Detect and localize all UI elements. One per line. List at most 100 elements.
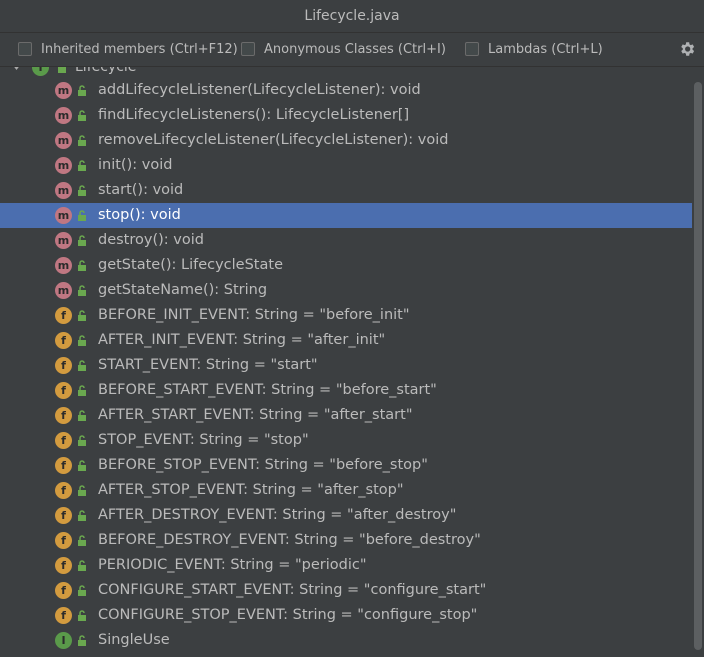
- lock-icon: [78, 435, 86, 446]
- field-icon: f: [55, 607, 72, 624]
- field-icon: f: [55, 482, 72, 499]
- member-label: START_EVENT: String = "start": [98, 357, 318, 373]
- method-item[interactable]: m destroy(): void: [0, 228, 692, 253]
- field-item[interactable]: f BEFORE_DESTROY_EVENT: String = "before_…: [0, 528, 692, 553]
- method-item[interactable]: m getState(): LifecycleState: [0, 253, 692, 278]
- member-label: SingleUse: [98, 632, 170, 648]
- lock-icon: [78, 560, 86, 571]
- lock-icon: [78, 210, 86, 221]
- lock-icon: [78, 410, 86, 421]
- field-item[interactable]: f STOP_EVENT: String = "stop": [0, 428, 692, 453]
- anonymous-classes-option[interactable]: Anonymous Classes (Ctrl+I): [241, 40, 446, 58]
- scrollbar-thumb[interactable]: [694, 82, 702, 650]
- filter-toolbar: Inherited members (Ctrl+F12) Anonymous C…: [0, 33, 704, 67]
- field-icon: f: [55, 532, 72, 549]
- inner-interface-item[interactable]: I SingleUse: [0, 628, 692, 653]
- method-item[interactable]: m stop(): void: [0, 203, 692, 228]
- lock-icon: [78, 260, 86, 271]
- member-label: CONFIGURE_STOP_EVENT: String = "configur…: [98, 607, 478, 623]
- field-item[interactable]: f PERIODIC_EVENT: String = "periodic": [0, 553, 692, 578]
- lock-icon: [78, 335, 86, 346]
- member-label: AFTER_DESTROY_EVENT: String = "after_des…: [98, 507, 457, 523]
- method-item[interactable]: m start(): void: [0, 178, 692, 203]
- member-label: PERIODIC_EVENT: String = "periodic": [98, 557, 367, 573]
- lock-icon: [78, 635, 86, 646]
- member-label: STOP_EVENT: String = "stop": [98, 432, 309, 448]
- inherited-members-checkbox[interactable]: [18, 42, 32, 56]
- field-icon: f: [55, 582, 72, 599]
- member-label: CONFIGURE_START_EVENT: String = "configu…: [98, 582, 487, 598]
- method-icon: m: [55, 182, 72, 199]
- method-icon: m: [55, 207, 72, 224]
- field-icon: f: [55, 407, 72, 424]
- member-label: AFTER_START_EVENT: String = "after_start…: [98, 407, 413, 423]
- field-item[interactable]: f AFTER_STOP_EVENT: String = "after_stop": [0, 478, 692, 503]
- method-icon: m: [55, 257, 72, 274]
- member-label: init(): void: [98, 157, 173, 173]
- interface-icon: I: [32, 67, 49, 76]
- lock-icon: [78, 485, 86, 496]
- method-icon: m: [55, 232, 72, 249]
- method-item[interactable]: m addLifecycleListener(LifecycleListener)…: [0, 78, 692, 103]
- lock-icon: [78, 310, 86, 321]
- field-item[interactable]: f AFTER_DESTROY_EVENT: String = "after_de…: [0, 503, 692, 528]
- gear-icon[interactable]: [678, 40, 696, 58]
- field-icon: f: [55, 307, 72, 324]
- field-icon: f: [55, 457, 72, 474]
- lock-icon: [78, 110, 86, 121]
- lock-icon: [78, 535, 86, 546]
- field-item[interactable]: f BEFORE_STOP_EVENT: String = "before_sto…: [0, 453, 692, 478]
- method-item[interactable]: m findLifecycleListeners(): LifecycleList…: [0, 103, 692, 128]
- method-icon: m: [55, 132, 72, 149]
- lock-icon: [78, 285, 86, 296]
- anonymous-classes-label: Anonymous Classes (Ctrl+I): [264, 41, 446, 57]
- method-item[interactable]: m removeLifecycleListener(LifecycleListen…: [0, 128, 692, 153]
- lock-icon: [78, 85, 86, 96]
- field-item[interactable]: f AFTER_START_EVENT: String = "after_star…: [0, 403, 692, 428]
- member-label: findLifecycleListeners(): LifecycleListe…: [98, 107, 410, 123]
- member-label: getStateName(): String: [98, 282, 268, 298]
- chevron-down-icon[interactable]: [12, 67, 21, 71]
- lock-icon: [78, 185, 86, 196]
- field-icon: f: [55, 382, 72, 399]
- member-label: AFTER_INIT_EVENT: String = "after_init": [98, 332, 386, 348]
- lock-icon: [58, 67, 66, 73]
- structure-tree[interactable]: I Lifecycle m addLifecycleListener(Lifecy…: [0, 67, 692, 657]
- field-item[interactable]: f CONFIGURE_STOP_EVENT: String = "configu…: [0, 603, 692, 628]
- lock-icon: [78, 510, 86, 521]
- member-label: BEFORE_STOP_EVENT: String = "before_stop…: [98, 457, 428, 473]
- method-icon: m: [55, 157, 72, 174]
- method-item[interactable]: m init(): void: [0, 153, 692, 178]
- field-item[interactable]: f BEFORE_START_EVENT: String = "before_st…: [0, 378, 692, 403]
- field-icon: f: [55, 357, 72, 374]
- member-label: stop(): void: [98, 207, 181, 223]
- member-label: addLifecycleListener(LifecycleListener):…: [98, 82, 421, 98]
- lambdas-checkbox[interactable]: [465, 42, 479, 56]
- member-label: BEFORE_DESTROY_EVENT: String = "before_d…: [98, 532, 481, 548]
- member-label: BEFORE_INIT_EVENT: String = "before_init…: [98, 307, 410, 323]
- window-title: Lifecycle.java: [0, 0, 704, 33]
- lock-icon: [78, 610, 86, 621]
- member-label: removeLifecycleListener(LifecycleListene…: [98, 132, 449, 148]
- method-icon: m: [55, 107, 72, 124]
- lock-icon: [78, 160, 86, 171]
- member-label: start(): void: [98, 182, 184, 198]
- inherited-members-label: Inherited members (Ctrl+F12): [41, 41, 238, 57]
- method-item[interactable]: m getStateName(): String: [0, 278, 692, 303]
- field-icon: f: [55, 332, 72, 349]
- lambdas-option[interactable]: Lambdas (Ctrl+L): [465, 40, 603, 58]
- field-item[interactable]: f BEFORE_INIT_EVENT: String = "before_ini…: [0, 303, 692, 328]
- field-item[interactable]: f START_EVENT: String = "start": [0, 353, 692, 378]
- inherited-members-option[interactable]: Inherited members (Ctrl+F12): [18, 40, 238, 58]
- member-label: getState(): LifecycleState: [98, 257, 283, 273]
- field-item[interactable]: f CONFIGURE_START_EVENT: String = "config…: [0, 578, 692, 603]
- lock-icon: [78, 235, 86, 246]
- lock-icon: [78, 385, 86, 396]
- lock-icon: [78, 585, 86, 596]
- member-label: destroy(): void: [98, 232, 204, 248]
- lock-icon: [78, 135, 86, 146]
- lambdas-label: Lambdas (Ctrl+L): [488, 41, 603, 57]
- anonymous-classes-checkbox[interactable]: [241, 42, 255, 56]
- lock-icon: [78, 460, 86, 471]
- field-item[interactable]: f AFTER_INIT_EVENT: String = "after_init": [0, 328, 692, 353]
